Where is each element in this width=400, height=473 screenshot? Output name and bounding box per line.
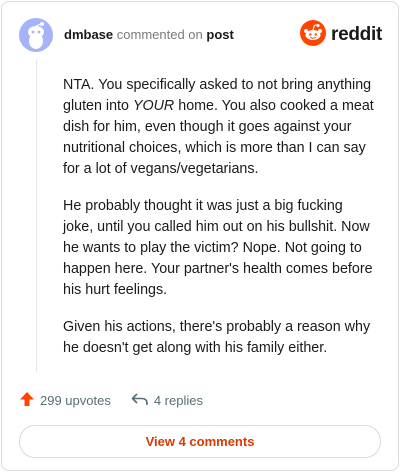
- comment-byline: dmbase commented on post: [64, 27, 234, 42]
- post-link[interactable]: post: [206, 27, 233, 42]
- action-text: commented on: [116, 27, 203, 42]
- thread-line: [36, 60, 37, 372]
- upvote-arrow-icon[interactable]: [19, 391, 35, 410]
- reddit-logo-icon: [300, 19, 327, 51]
- comment-footer: 299 upvotes 4 replies: [19, 389, 381, 411]
- reddit-wordmark: reddit: [331, 24, 382, 45]
- comment-paragraph-1: NTA. You specifically asked to not bring…: [63, 77, 374, 177]
- username-link[interactable]: dmbase: [64, 27, 113, 42]
- reddit-brand[interactable]: reddit: [300, 19, 382, 51]
- comment-paragraph-2: He probably thought it was just a big fu…: [63, 198, 373, 298]
- comment-header: dmbase commented on post reddit: [19, 18, 382, 52]
- comment-paragraph-3: Given his actions, there's probably a re…: [63, 319, 371, 356]
- snoo-avatar-icon[interactable]: [19, 18, 53, 52]
- reply-stat[interactable]: 4 replies: [131, 391, 203, 410]
- comment-body: NTA. You specifically asked to not bring…: [63, 75, 376, 375]
- comment-card: dmbase commented on post reddit NTA. You…: [1, 1, 399, 471]
- view-comments-button[interactable]: View 4 comments: [19, 425, 381, 458]
- upvote-count: 299 upvotes: [40, 392, 111, 408]
- reply-arrow-icon[interactable]: [131, 391, 149, 410]
- upvote-stat[interactable]: 299 upvotes: [19, 391, 111, 410]
- reply-count: 4 replies: [153, 392, 203, 408]
